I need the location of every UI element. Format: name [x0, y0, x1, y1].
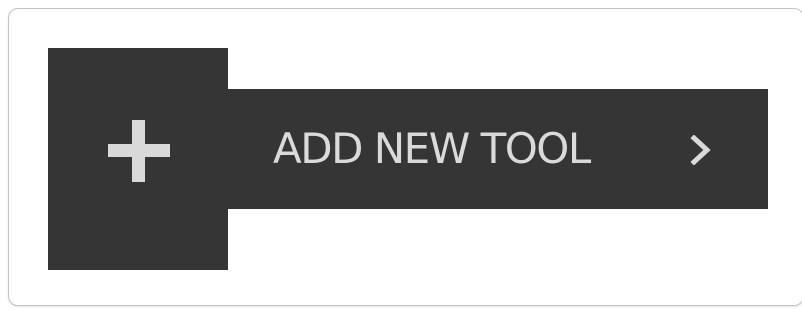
add-new-tool-label: ADD NEW TOOL [273, 124, 591, 173]
chevron-right-icon [690, 135, 711, 165]
add-icon-block[interactable] [48, 48, 228, 270]
add-tool-label-bar[interactable]: ADD NEW TOOL [228, 89, 768, 209]
add-new-tool-button[interactable]: ADD NEW TOOL [48, 48, 768, 270]
plus-icon [108, 120, 170, 182]
